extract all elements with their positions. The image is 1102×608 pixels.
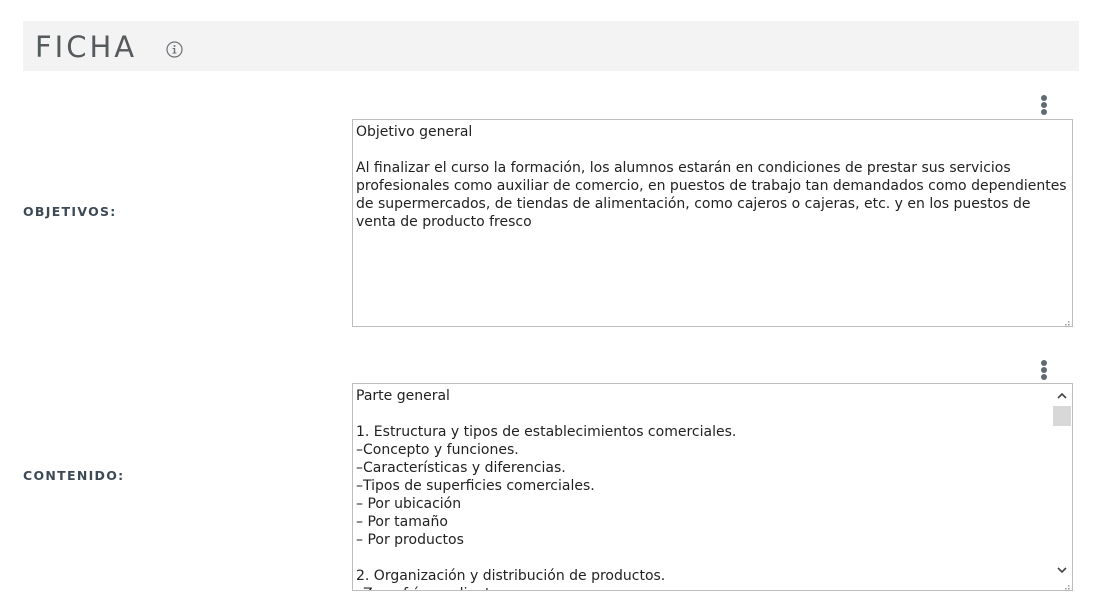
scroll-thumb[interactable] (1053, 406, 1071, 426)
objetivos-text[interactable]: Objetivo general Al finalizar el curso l… (356, 123, 1069, 231)
objetivos-label: OBJETIVOS: (23, 204, 117, 219)
scroll-up-icon[interactable] (1055, 388, 1069, 402)
objetivos-kebab-menu-icon[interactable] (1038, 95, 1050, 117)
resize-grip-icon[interactable] (1060, 314, 1070, 326)
contenido-kebab-menu-icon[interactable] (1038, 360, 1050, 382)
contenido-label: CONTENIDO: (23, 468, 125, 483)
info-circle-icon[interactable] (166, 41, 183, 58)
vertical-scrollbar[interactable] (1052, 384, 1072, 578)
objetivos-textarea[interactable]: Objetivo general Al finalizar el curso l… (352, 119, 1073, 327)
resize-grip-icon[interactable] (1060, 578, 1070, 590)
section-title: FICHA (35, 30, 138, 64)
scroll-down-icon[interactable] (1055, 562, 1069, 576)
section-header: FICHA (23, 21, 1079, 71)
contenido-text[interactable]: Parte general 1. Estructura y tipos de e… (356, 387, 1048, 590)
page: FICHA OBJETIVOS: Objetivo general Al fin… (0, 0, 1102, 608)
contenido-textarea[interactable]: Parte general 1. Estructura y tipos de e… (352, 383, 1073, 591)
